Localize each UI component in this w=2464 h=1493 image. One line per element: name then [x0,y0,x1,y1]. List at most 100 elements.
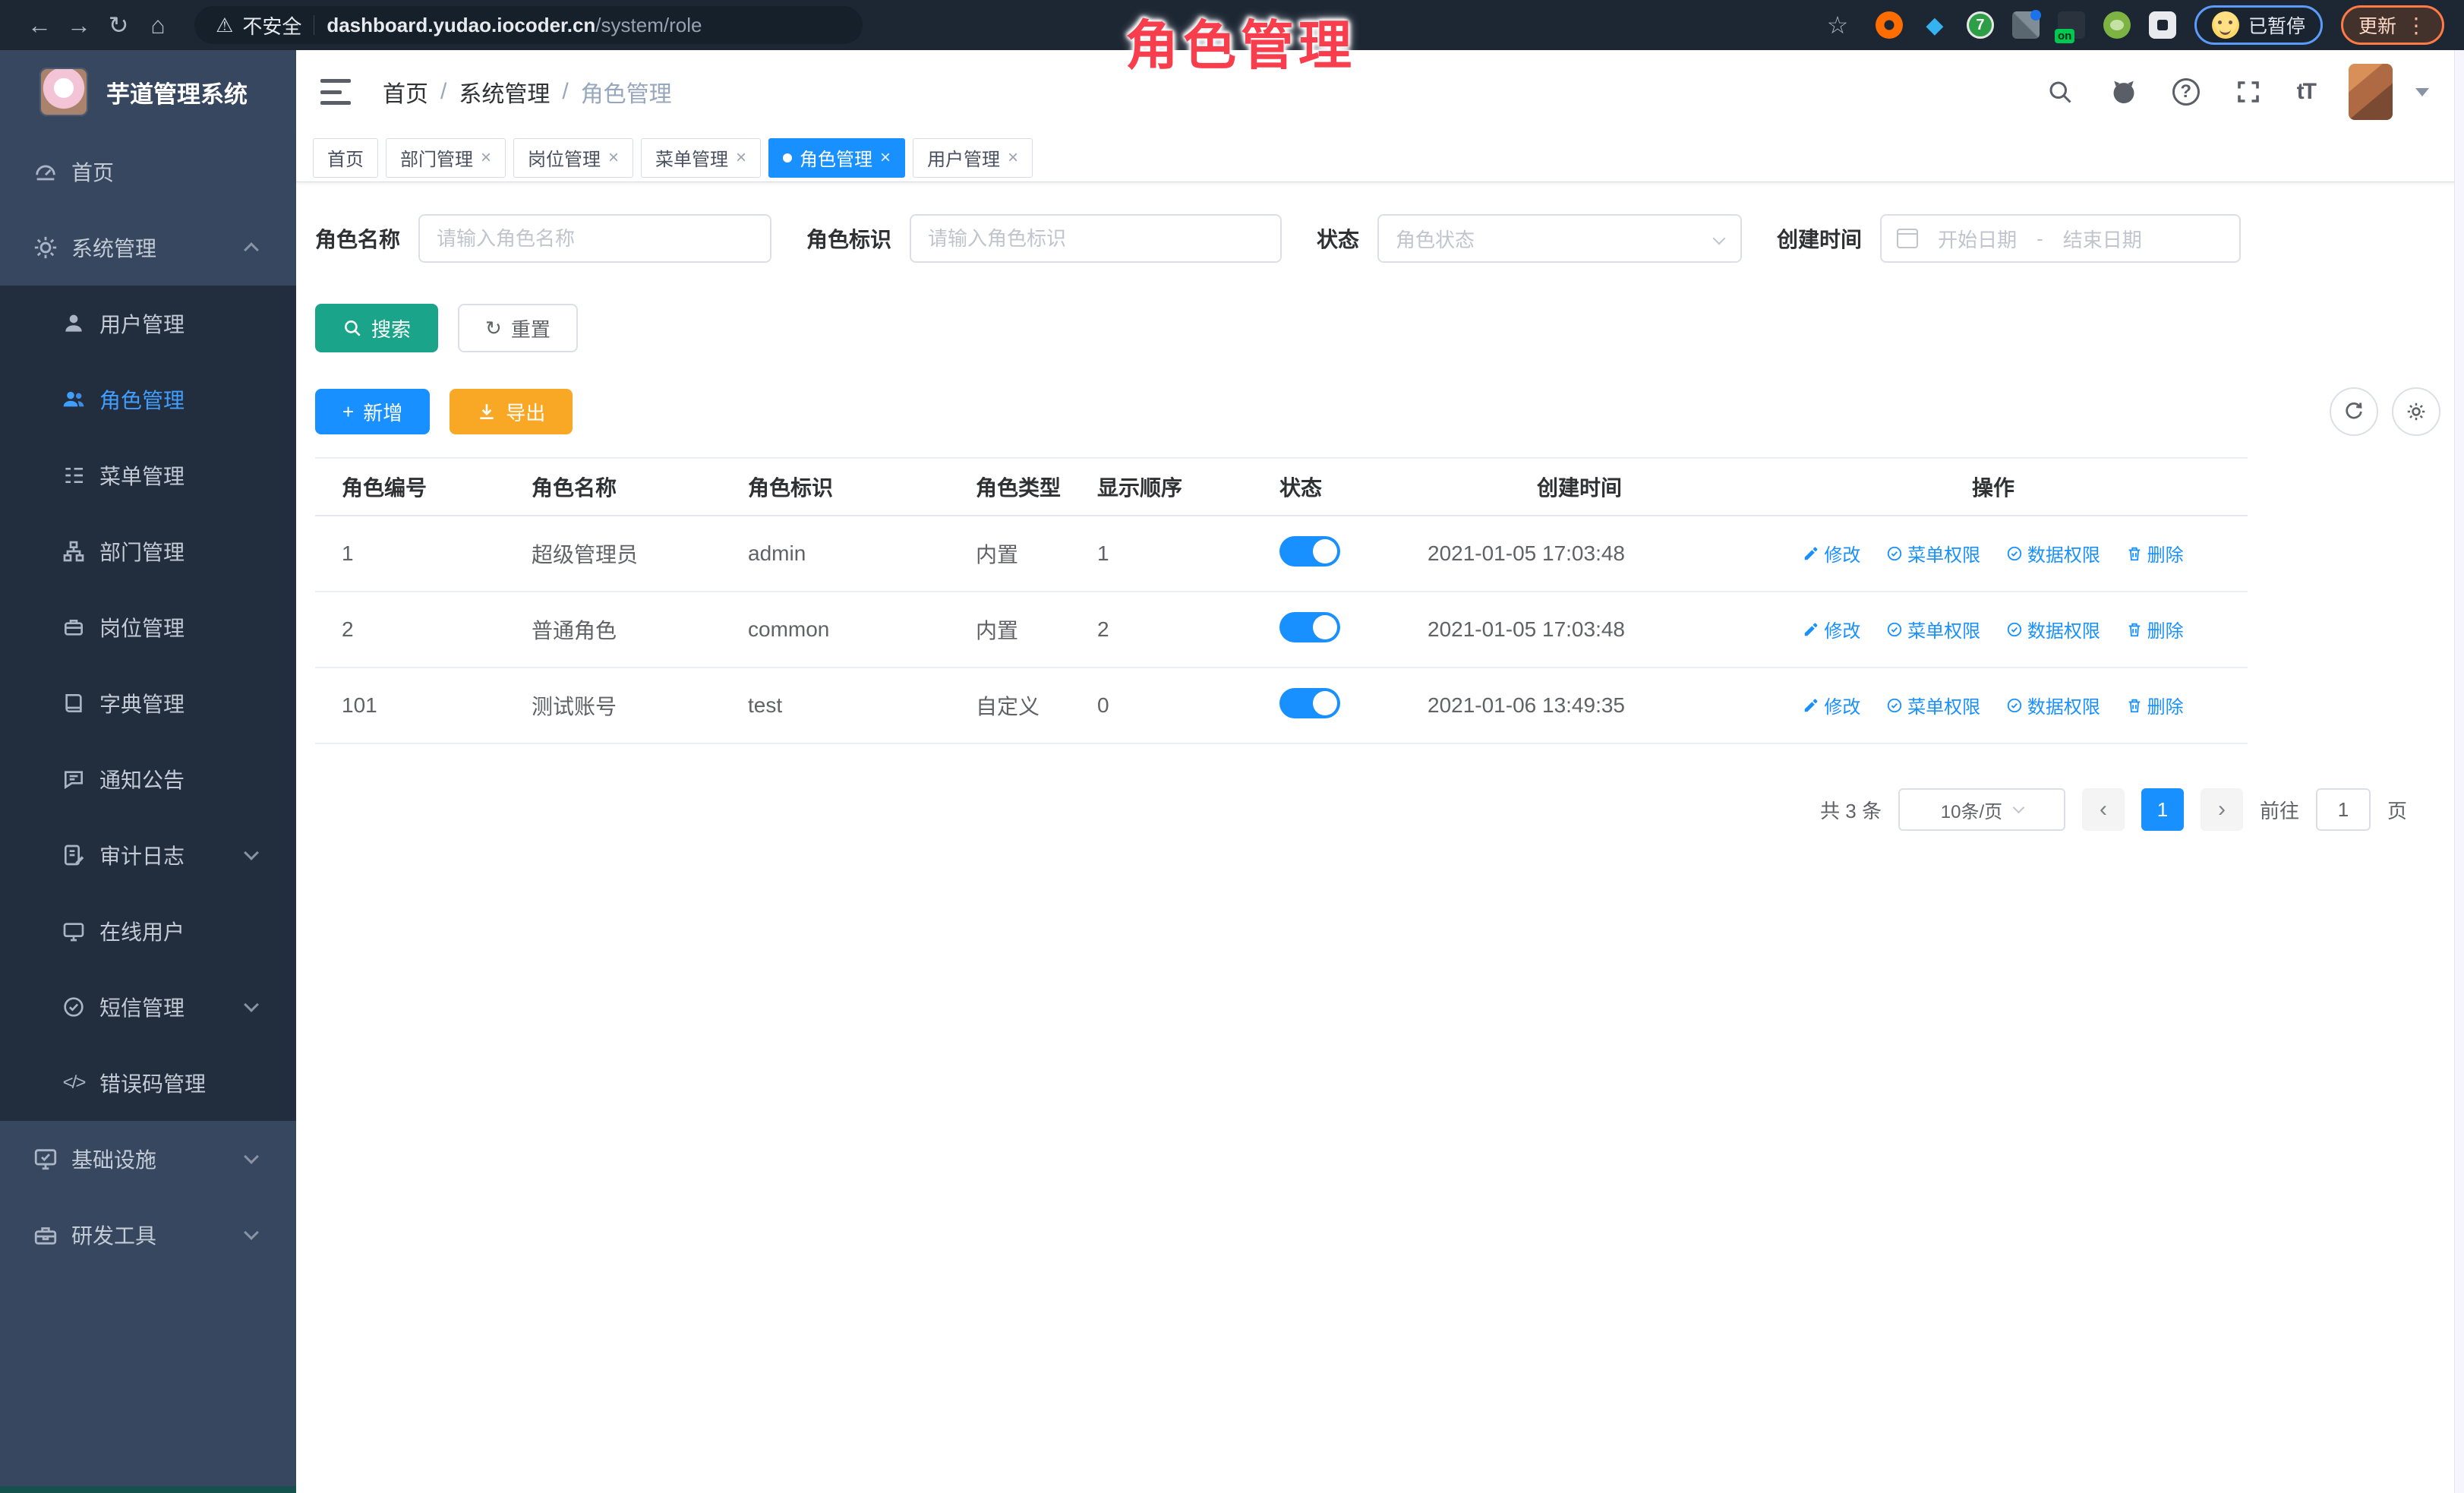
export-button[interactable]: 导出 [450,389,573,434]
browser-menu-icon[interactable]: ⋮ [2406,13,2427,38]
role-name-label: 角色名称 [315,223,400,254]
address-bar[interactable]: ⚠ 不安全 dashboard.yudao.iocoder.cn/system/… [194,6,863,44]
page-scrollbar[interactable] [2454,50,2464,1493]
chevron-down-icon [1713,232,1726,245]
fullscreen-icon[interactable] [2233,77,2264,107]
sidebar-item-sms[interactable]: 短信管理 [0,969,296,1045]
chevron-down-icon [244,997,259,1012]
refresh-table-button[interactable] [2330,387,2378,436]
extension-gem-icon[interactable]: ◆ [1921,11,1948,39]
circle-check-icon [1886,697,1903,714]
sidebar-item-infrastructure[interactable]: 基础设施 [0,1121,296,1197]
forward-icon[interactable]: → [59,11,99,39]
create-time-range-picker[interactable]: 开始日期 - 结束日期 [1880,214,2241,263]
data-permission-link[interactable]: 数据权限 [2006,616,2100,642]
app-header: 首页 / 系统管理 / 角色管理 ? tT [296,50,2464,134]
extension-switch-icon[interactable]: on [2058,11,2085,39]
delete-link[interactable]: 删除 [2126,616,2184,642]
tab-home[interactable]: 首页 [313,138,378,178]
page-1-button[interactable]: 1 [2141,788,2184,831]
bookmark-star-icon[interactable]: ☆ [1818,11,1857,39]
sidebar-item-notice[interactable]: 通知公告 [0,741,296,817]
tab-departments[interactable]: 部门管理× [386,138,506,178]
sidebar-item-audit-log[interactable]: 审计日志 [0,817,296,893]
status-select-placeholder: 角色状态 [1396,225,1475,253]
chevron-down-icon [244,845,259,860]
data-permission-link[interactable]: 数据权限 [2006,540,2100,567]
sidebar-item-home[interactable]: 首页 [0,134,296,210]
sidebar-item-roles[interactable]: 角色管理 [0,361,296,437]
home-icon[interactable]: ⌂ [138,11,178,39]
delete-link[interactable]: 删除 [2126,692,2184,718]
sidebar-item-departments[interactable]: 部门管理 [0,513,296,589]
user-avatar[interactable] [2349,64,2393,120]
goto-page-input[interactable] [2316,788,2371,831]
back-icon[interactable]: ← [20,11,59,39]
sidebar-item-menus[interactable]: 菜单管理 [0,437,296,513]
status-select[interactable]: 角色状态 [1377,214,1742,263]
prev-page-button[interactable]: ‹ [2082,788,2125,831]
edit-link[interactable]: 修改 [1803,616,1860,642]
hamburger-icon[interactable] [320,79,351,105]
extension-green-icon[interactable]: 7 [1967,11,1994,39]
next-page-button[interactable]: › [2201,788,2243,831]
extension-grid-icon[interactable] [2012,11,2040,39]
reload-icon[interactable]: ↻ [99,11,138,39]
font-size-icon[interactable]: tT [2297,79,2315,105]
extension-orange-icon[interactable] [1876,11,1903,39]
menu-permission-link[interactable]: 菜单权限 [1886,616,1980,642]
profile-paused-pill[interactable]: 已暂停 [2194,5,2323,45]
sidebar-item-system[interactable]: 系统管理 [0,210,296,286]
search-icon[interactable] [2045,77,2075,107]
reset-button[interactable]: ↻ 重置 [458,304,578,352]
sidebar-item-label: 在线用户 [99,916,185,946]
tab-users[interactable]: 用户管理× [913,138,1033,178]
extensions-puzzle-icon[interactable] [2149,11,2176,39]
help-icon[interactable]: ? [2172,78,2200,106]
update-pill[interactable]: 更新 ⋮ [2341,5,2444,45]
close-icon[interactable]: × [880,147,891,169]
gear-icon [29,235,62,260]
circle-check-icon [1886,545,1903,562]
github-icon[interactable] [2109,77,2139,107]
close-icon[interactable]: × [608,147,619,169]
circle-check-icon [2006,697,2023,714]
col-actions: 操作 [1739,458,2248,516]
close-icon[interactable]: × [481,147,491,169]
avatar-dropdown-caret-icon[interactable] [2415,88,2429,96]
close-icon[interactable]: × [1008,147,1018,169]
add-button[interactable]: + 新增 [315,389,430,434]
close-icon[interactable]: × [736,147,746,169]
breadcrumb-home[interactable]: 首页 [383,75,428,109]
role-name-input[interactable] [418,214,771,263]
edit-link[interactable]: 修改 [1803,540,1860,567]
sidebar-item-dev-tools[interactable]: 研发工具 [0,1197,296,1273]
sidebar-item-dict[interactable]: 字典管理 [0,665,296,741]
menu-permission-link[interactable]: 菜单权限 [1886,692,1980,718]
sidebar-item-posts[interactable]: 岗位管理 [0,589,296,665]
col-role-key: 角色标识 [721,458,949,516]
search-button[interactable]: 搜索 [315,304,438,352]
status-toggle[interactable] [1279,612,1340,642]
sidebar-item-users[interactable]: 用户管理 [0,286,296,361]
status-toggle[interactable] [1279,688,1340,718]
delete-link[interactable]: 删除 [2126,540,2184,567]
menu-permission-link[interactable]: 菜单权限 [1886,540,1980,567]
tab-menus[interactable]: 菜单管理× [641,138,761,178]
edit-link[interactable]: 修改 [1803,692,1860,718]
sidebar-item-error-codes[interactable]: </> 错误码管理 [0,1045,296,1121]
app-logo-row[interactable]: 芋道管理系统 [0,50,296,134]
sidebar-item-online-users[interactable]: 在线用户 [0,893,296,969]
not-secure-label: 不安全 [242,11,301,39]
breadcrumb-system[interactable]: 系统管理 [459,75,550,109]
page-size-select[interactable]: 10条/页 [1898,788,2065,831]
menu-tree-icon [57,463,90,488]
data-permission-link[interactable]: 数据权限 [2006,692,2100,718]
sidebar-item-label: 角色管理 [99,384,185,415]
tab-roles[interactable]: 角色管理× [768,138,905,178]
extension-monkey-icon[interactable] [2103,11,2131,39]
tab-posts[interactable]: 岗位管理× [513,138,633,178]
role-key-input[interactable] [910,214,1282,263]
column-settings-button[interactable] [2392,387,2440,436]
status-toggle[interactable] [1279,536,1340,567]
